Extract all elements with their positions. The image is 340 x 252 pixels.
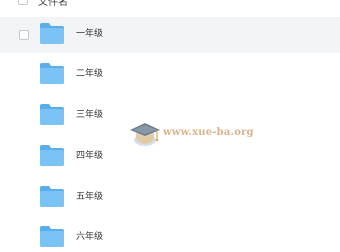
select-all-checkbox[interactable] bbox=[18, 0, 28, 5]
folder-row[interactable]: 一年级 bbox=[0, 17, 340, 53]
folder-icon bbox=[40, 145, 64, 166]
folder-name[interactable]: 二年级 bbox=[76, 68, 103, 80]
folder-row[interactable]: 五年级 bbox=[0, 180, 340, 216]
folder-name[interactable]: 一年级 bbox=[76, 28, 103, 40]
folder-icon bbox=[40, 63, 64, 84]
folder-icon bbox=[40, 104, 64, 125]
folder-row[interactable]: 四年级 bbox=[0, 139, 340, 175]
file-list-header: 文件名 bbox=[0, 0, 340, 8]
folder-name[interactable]: 五年级 bbox=[76, 191, 103, 203]
folder-icon bbox=[40, 226, 64, 247]
folder-icon bbox=[40, 186, 64, 207]
folder-name[interactable]: 四年级 bbox=[76, 150, 103, 162]
row-checkbox[interactable] bbox=[19, 30, 29, 40]
folder-icon bbox=[40, 23, 64, 44]
file-list: 文件名 一年级 二年级 三年级 四年级 五年级 六年级 www.xue-ba.o… bbox=[0, 0, 340, 252]
folder-name[interactable]: 三年级 bbox=[76, 109, 103, 121]
folder-row[interactable]: 六年级 bbox=[0, 220, 340, 252]
folder-row[interactable]: 三年级 bbox=[0, 98, 340, 134]
filename-column-header[interactable]: 文件名 bbox=[38, 0, 68, 8]
folder-row[interactable]: 二年级 bbox=[0, 57, 340, 93]
folder-name[interactable]: 六年级 bbox=[76, 231, 103, 243]
